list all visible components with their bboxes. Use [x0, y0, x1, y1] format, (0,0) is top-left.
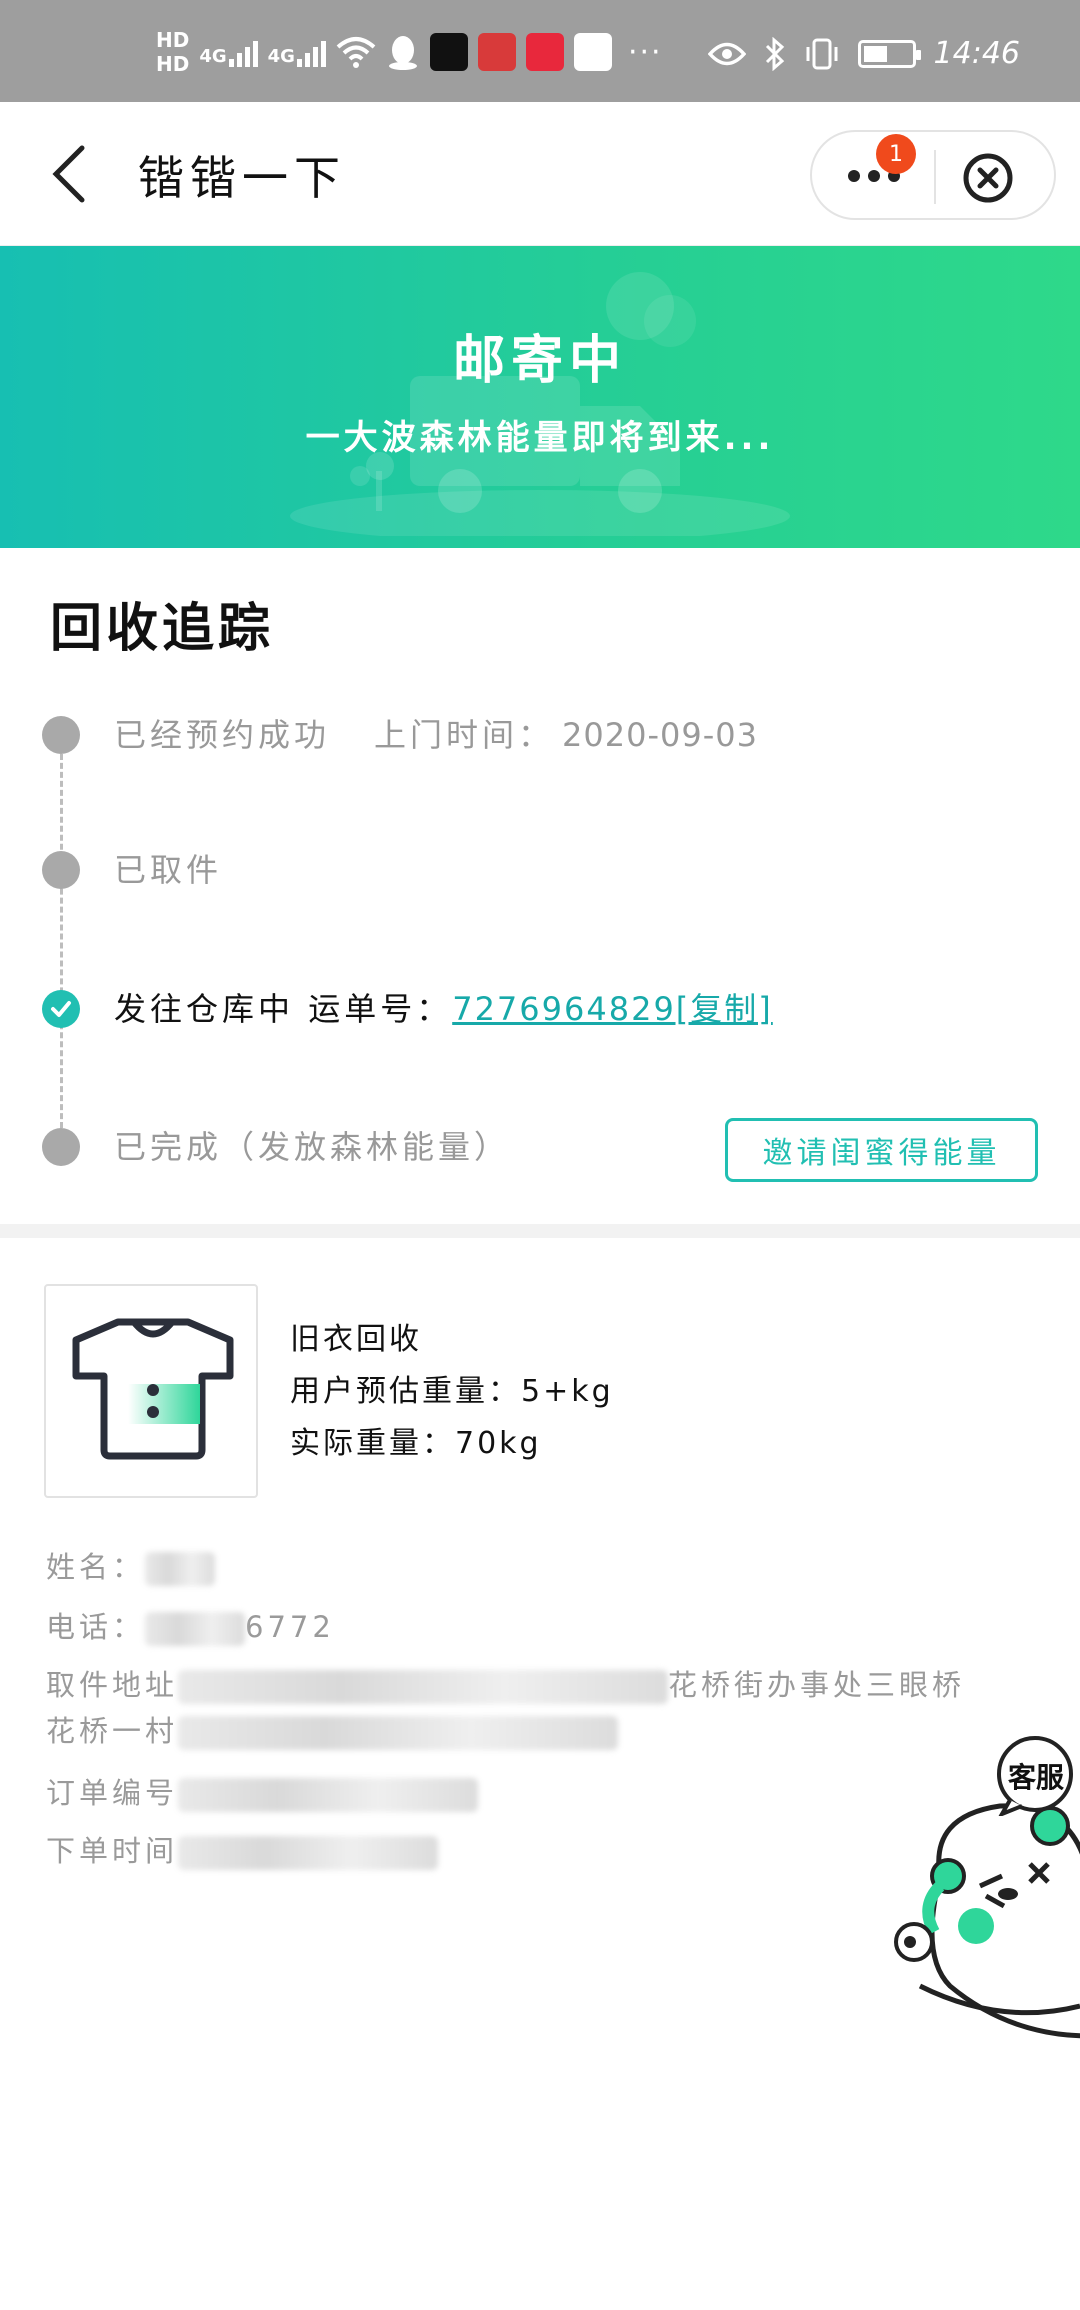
section-divider	[0, 1224, 1080, 1238]
pickup-time-label: 上门时间：	[374, 716, 555, 754]
pickup-address-row: 取件地址 花桥街办事处三眼桥	[46, 1662, 965, 1704]
tshirt-icon	[72, 1318, 234, 1460]
signal-1: 4G	[199, 37, 258, 67]
net1-label: 4G	[199, 46, 227, 67]
step-dot-done	[42, 716, 80, 754]
tiktok-icon	[429, 33, 468, 71]
status-bar: HD HD 4G 4G ··· 14:46	[0, 0, 1080, 102]
more-notifications: ···	[627, 34, 663, 70]
hd-indicators: HD HD	[156, 28, 189, 76]
pickup-address-row-2: 花桥一村	[46, 1708, 619, 1750]
close-button[interactable]	[962, 152, 1014, 204]
step-label: 已完成（发放森林能量）	[114, 1128, 511, 1166]
page-title: 锴锴一下	[138, 151, 346, 205]
order-time-row: 下单时间	[46, 1828, 439, 1870]
chevron-left-icon	[52, 145, 85, 203]
item-name: 旧衣回收	[290, 1322, 422, 1357]
redacted-address	[178, 1670, 669, 1704]
eye-icon	[707, 42, 746, 65]
signal-bars-icon	[228, 37, 258, 67]
hd1-label: HD	[156, 28, 190, 52]
step-dot-done	[42, 851, 80, 889]
address-visible: 花桥街办事处三眼桥	[668, 1668, 966, 1702]
qq-icon	[388, 36, 417, 70]
shipping-banner: 邮寄中 一大波森林能量即将到来...	[0, 246, 1080, 548]
item-details: 旧衣回收 用户预估重量：5+kg 实际重量：70kg	[290, 1314, 614, 1470]
banner-subtitle: 一大波森林能量即将到来...	[305, 418, 775, 458]
step-dot-current	[42, 990, 80, 1028]
cloud-app-icon	[573, 33, 612, 71]
redacted-address-2	[178, 1716, 619, 1750]
capsule-divider	[934, 150, 936, 204]
step-label: 已经预约成功	[114, 716, 331, 754]
tracking-title: 回收追踪	[50, 599, 275, 659]
back-button[interactable]	[40, 142, 100, 206]
step-picked-up: 已取件	[114, 845, 222, 891]
order-number-row: 订单编号	[46, 1770, 479, 1812]
step-to-warehouse: 发往仓库中 运单号：7276964829[复制]	[114, 984, 773, 1030]
mini-program-capsule: 1	[810, 130, 1056, 220]
notification-badge: 1	[876, 134, 916, 174]
wifi-icon	[336, 37, 376, 68]
status-right: 14:46	[707, 36, 1020, 71]
step-label: 发往仓库中	[114, 990, 295, 1028]
waybill-label: 运单号：	[308, 990, 453, 1028]
tmall-icon	[525, 33, 564, 71]
step-appointment: 已经预约成功 上门时间： 2020-09-03	[114, 710, 758, 756]
net2-label: 4G	[267, 46, 295, 67]
order-no-label: 订单编号	[46, 1776, 179, 1810]
delivery-truck-illustration	[290, 272, 790, 536]
invite-friends-button[interactable]: 邀请闺蜜得能量	[725, 1118, 1038, 1182]
battery-icon	[857, 39, 921, 68]
clock: 14:46	[933, 36, 1020, 71]
phone-tail: 6772	[245, 1610, 335, 1644]
signal-2: 4G	[268, 37, 326, 67]
vibrate-icon	[806, 38, 838, 69]
redacted-order-time	[178, 1836, 439, 1870]
timeline-connector	[60, 736, 63, 1146]
nav-bar: 锴锴一下 1	[0, 102, 1080, 246]
hd2-label: HD	[156, 52, 190, 76]
contact-name-row: 姓名：	[46, 1544, 216, 1586]
estimated-weight: 用户预估重量：5+kg	[290, 1374, 614, 1409]
service-label: 客服	[1007, 1761, 1064, 1794]
step-label: 已取件	[114, 851, 223, 889]
order-time-label: 下单时间	[46, 1834, 179, 1868]
status-left: HD HD 4G 4G ···	[156, 28, 663, 76]
item-thumbnail	[44, 1284, 258, 1498]
address-label: 取件地址	[46, 1668, 179, 1702]
waybill-copy-link[interactable]: 7276964829[复制]	[452, 990, 773, 1028]
address-line2: 花桥一村	[46, 1714, 179, 1748]
bluetooth-icon	[765, 36, 784, 71]
step-completed: 已完成（发放森林能量）	[114, 1122, 510, 1168]
phone-label: 电话：	[46, 1610, 146, 1644]
contact-phone-row: 电话： 6772	[46, 1604, 335, 1646]
redacted-phone	[145, 1612, 246, 1646]
pickup-date: 2020-09-03	[562, 716, 758, 754]
battery-level	[863, 45, 887, 62]
redacted-name	[145, 1552, 216, 1586]
actual-weight: 实际重量：70kg	[290, 1426, 542, 1461]
banner-title: 邮寄中	[452, 331, 627, 391]
step-dot-pending	[42, 1128, 80, 1166]
app-icon	[477, 33, 516, 71]
check-icon	[51, 1001, 71, 1017]
signal-bars-icon	[296, 37, 326, 67]
name-label: 姓名：	[46, 1550, 146, 1584]
customer-service-button[interactable]: 客服	[890, 1736, 1080, 2056]
redacted-order-no	[178, 1778, 479, 1812]
close-circle-icon	[963, 153, 1013, 203]
